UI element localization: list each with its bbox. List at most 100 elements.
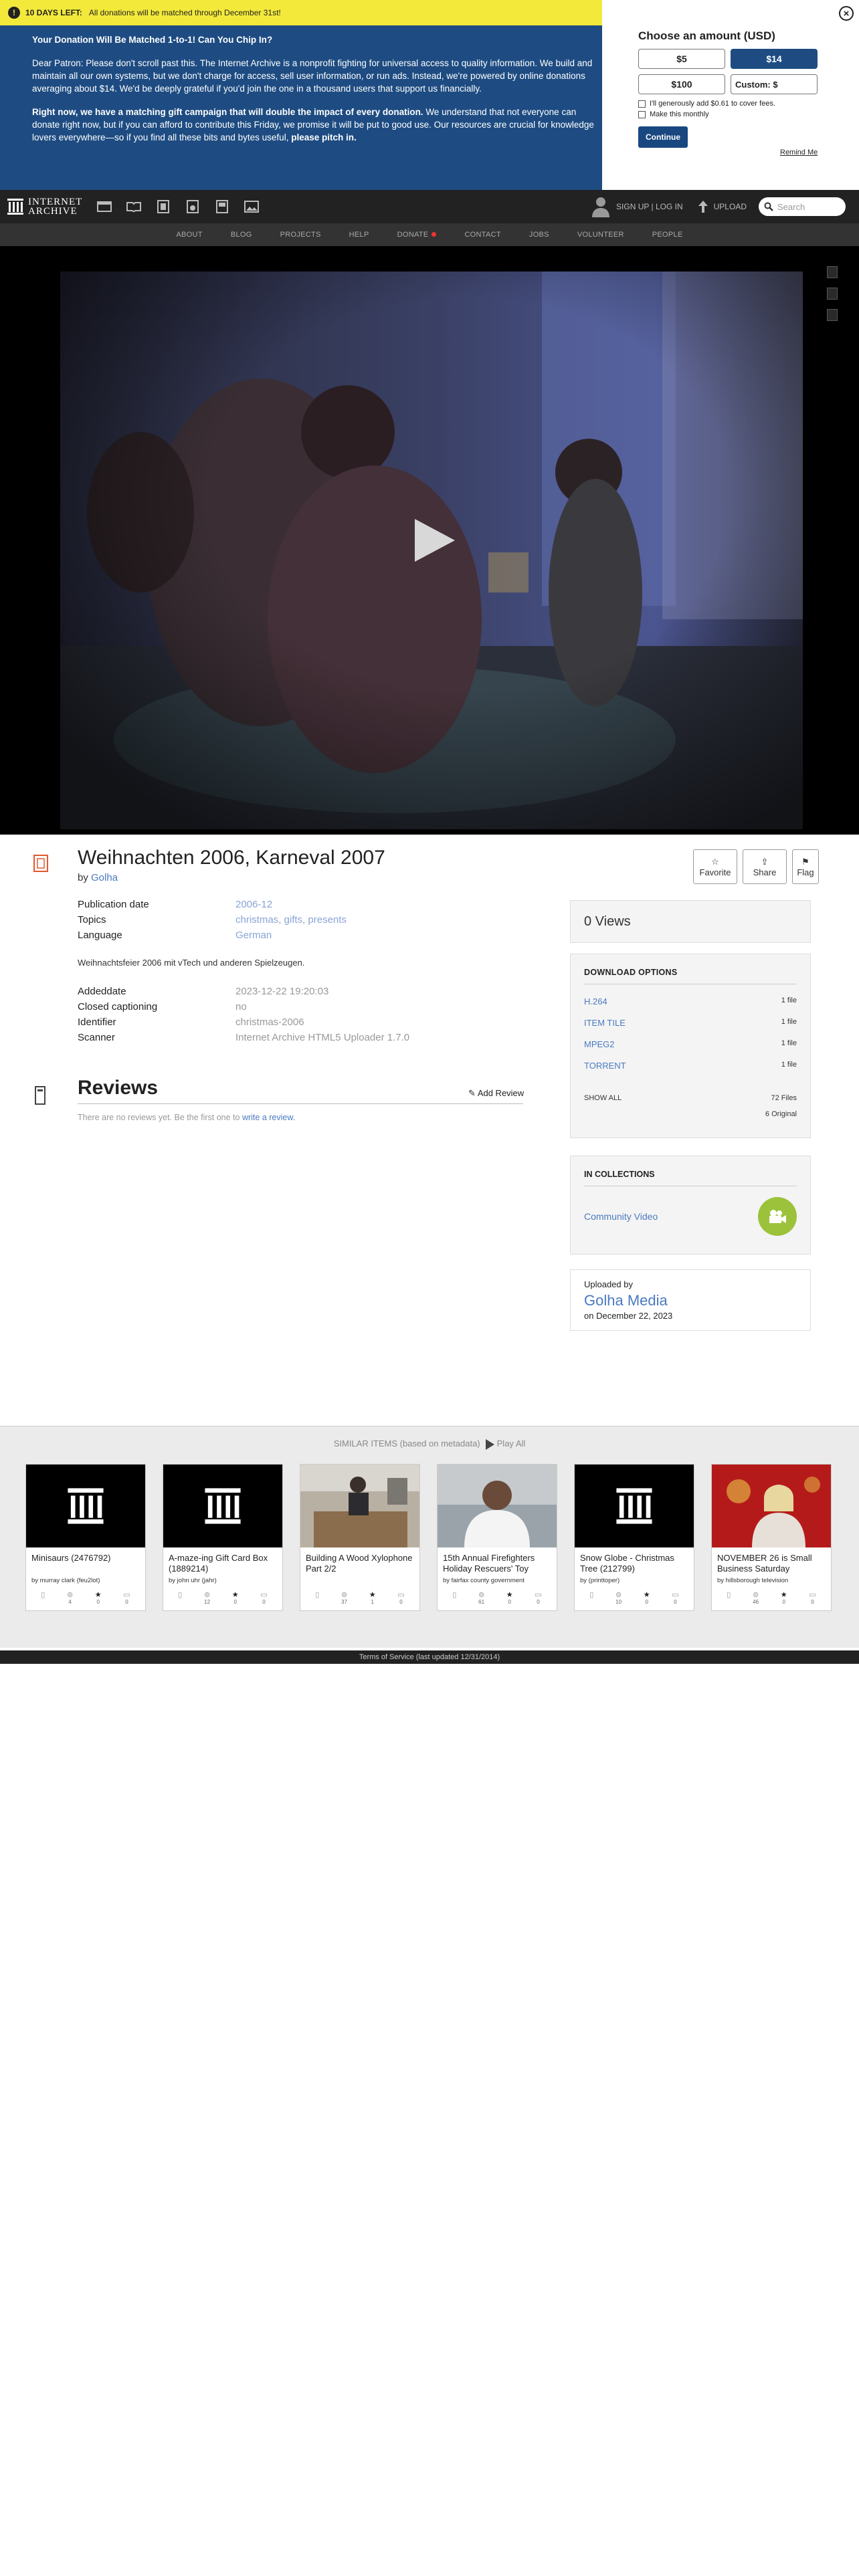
star-icon: ★ <box>369 1591 376 1599</box>
search-input[interactable]: Search <box>759 197 846 216</box>
custom-amount-input[interactable]: Custom: $ <box>731 74 818 94</box>
similar-item-by <box>300 1576 419 1585</box>
monthly-label: Make this monthly <box>650 110 709 118</box>
topic-link[interactable]: presents <box>308 914 347 926</box>
video-icon[interactable] <box>155 199 172 215</box>
signup-login-link[interactable]: SIGN UP | LOG IN <box>616 202 683 211</box>
similar-item-thumbnail[interactable] <box>163 1465 282 1547</box>
publication-date-link[interactable]: 2006-12 <box>235 899 272 910</box>
uploaded-by-label: Uploaded by <box>584 1279 633 1289</box>
cover-fees-checkbox[interactable] <box>638 100 646 108</box>
nav-blog[interactable]: BLOG <box>231 231 252 239</box>
language-link[interactable]: German <box>235 930 272 941</box>
upload-link[interactable]: UPLOAD <box>698 201 747 213</box>
similar-item-thumbnail[interactable] <box>438 1465 557 1547</box>
audio-icon[interactable] <box>184 199 201 215</box>
remind-me-link[interactable]: Remind Me <box>780 148 818 156</box>
total-files: 72 Files <box>771 1094 797 1102</box>
similar-item-title[interactable]: 15th Annual Firefighters Holiday Rescuer… <box>438 1547 557 1576</box>
share-button[interactable]: ⇪ Share <box>743 849 787 884</box>
play-all-icon[interactable] <box>485 1438 494 1450</box>
donate-panel: Choose an amount (USD) $5 $14 $100 Custo… <box>602 0 859 190</box>
similar-item-title[interactable]: Minisaurs (2476792) <box>26 1547 145 1576</box>
similar-item-title[interactable]: NOVEMBER 26 is Small Business Saturday <box>712 1547 831 1576</box>
images-icon[interactable] <box>243 199 260 215</box>
similar-item-thumbnail[interactable] <box>26 1465 145 1547</box>
fullscreen-icon[interactable] <box>827 309 838 321</box>
write-review-link[interactable]: write a review. <box>242 1113 295 1122</box>
reviews-stat: ▭ 0 <box>260 1590 267 1605</box>
similar-item-tile[interactable]: NOVEMBER 26 is Small Business Saturday by… <box>711 1464 832 1611</box>
no-reviews-label: There are no reviews yet. Be the first o… <box>78 1113 242 1122</box>
similar-item-tile[interactable]: 15th Annual Firefighters Holiday Rescuer… <box>437 1464 557 1611</box>
share-label: Share <box>753 867 777 877</box>
community-video-link[interactable]: Community Video <box>584 1211 658 1222</box>
similar-item-thumbnail[interactable] <box>712 1465 831 1547</box>
heart-icon <box>432 232 437 237</box>
download-h264-link[interactable]: H.264 <box>584 996 607 1006</box>
cover-fees-label: I'll generously add $0.61 to cover fees. <box>650 100 775 108</box>
play-icon[interactable] <box>415 519 455 562</box>
user-icon[interactable] <box>591 196 611 217</box>
similar-item-thumbnail[interactable] <box>300 1465 419 1547</box>
download-mpeg2-link[interactable]: MPEG2 <box>584 1039 615 1049</box>
topic-link[interactable]: gifts <box>284 914 303 926</box>
play-all-link[interactable]: Play All <box>497 1438 526 1448</box>
stat-value: 1 <box>371 1599 374 1605</box>
embed-icon[interactable] <box>827 266 838 278</box>
cover-fees-option[interactable]: I'll generously add $0.61 to cover fees. <box>638 100 859 108</box>
nav-projects[interactable]: PROJECTS <box>280 231 321 239</box>
similar-item-tile[interactable]: Minisaurs (2476792) by murray clark (feu2… <box>25 1464 146 1611</box>
video-player[interactable] <box>60 272 803 829</box>
favorite-button[interactable]: ☆ Favorite <box>693 849 737 884</box>
bookmark-icon[interactable] <box>827 288 838 300</box>
similar-item-title[interactable]: Snow Globe - Christmas Tree (212799) <box>575 1547 694 1576</box>
nav-about[interactable]: ABOUT <box>176 231 202 239</box>
comment-icon: ▭ <box>123 1591 130 1599</box>
similar-item-tile[interactable]: A-maze-ing Gift Card Box (1889214) by joh… <box>163 1464 283 1611</box>
favorites-stat: ★ 0 <box>506 1590 513 1605</box>
item-byline: by Golha <box>78 872 118 883</box>
add-review-button[interactable]: ✎ Add Review <box>468 1088 524 1099</box>
similar-item-stats: ▯ ⊚ 4 ★ 0 ▭ 0 <box>26 1585 145 1610</box>
nav-donate[interactable]: DONATE <box>397 231 437 239</box>
nav-people[interactable]: PEOPLE <box>652 231 683 239</box>
uploader-link[interactable]: Golha Media <box>584 1292 668 1309</box>
web-icon[interactable] <box>96 199 113 215</box>
software-icon[interactable] <box>213 199 231 215</box>
flag-label: Flag <box>797 867 814 877</box>
terms-link[interactable]: Terms of Service (last updated 12/31/201… <box>359 1653 500 1661</box>
amount-14-button[interactable]: $14 <box>731 49 818 69</box>
download-item-tile-link[interactable]: ITEM TILE <box>584 1018 626 1028</box>
download-options-heading: DOWNLOAD OPTIONS <box>584 968 797 984</box>
similar-item-tile[interactable]: Building A Wood Xylophone Part 2/2 ▯ ⊚ 37 ★ 1… <box>300 1464 420 1611</box>
amount-grid: $5 $14 $100 Custom: $ <box>638 49 819 94</box>
topic-link[interactable]: christmas <box>235 914 278 926</box>
monthly-option[interactable]: Make this monthly <box>638 110 859 118</box>
nav-volunteer[interactable]: VOLUNTEER <box>577 231 624 239</box>
author-link[interactable]: Golha <box>91 872 118 883</box>
download-row: MPEG2 1 file <box>584 1039 797 1061</box>
texts-icon[interactable] <box>125 199 142 215</box>
amount-5-button[interactable]: $5 <box>638 49 725 69</box>
nav-help[interactable]: HELP <box>349 231 369 239</box>
close-banner-button[interactable]: × <box>839 6 854 21</box>
banner-message: Your Donation Will Be Matched 1-to-1! Ca… <box>32 33 594 154</box>
similar-item-tile[interactable]: Snow Globe - Christmas Tree (212799) by (… <box>574 1464 694 1611</box>
video-camera-icon[interactable] <box>758 1197 797 1236</box>
continue-button[interactable]: Continue <box>638 126 688 148</box>
similar-item-title[interactable]: A-maze-ing Gift Card Box (1889214) <box>163 1547 282 1576</box>
similar-item-title[interactable]: Building A Wood Xylophone Part 2/2 <box>300 1547 419 1576</box>
file-count: 1 file <box>781 1018 797 1026</box>
stat-value: 10 <box>615 1599 622 1605</box>
download-torrent-link[interactable]: TORRENT <box>584 1061 626 1071</box>
similar-item-thumbnail[interactable] <box>575 1465 694 1547</box>
site-logo[interactable]: INTERNET ARCHIVE <box>7 197 82 217</box>
show-all-link[interactable]: SHOW ALL <box>584 1094 622 1102</box>
nav-jobs[interactable]: JOBS <box>529 231 549 239</box>
flag-button[interactable]: ⚑ Flag <box>792 849 819 884</box>
amount-100-button[interactable]: $100 <box>638 74 725 94</box>
nav-contact[interactable]: CONTACT <box>464 231 500 239</box>
monthly-checkbox[interactable] <box>638 110 646 118</box>
meta-key: Topics <box>78 914 106 926</box>
